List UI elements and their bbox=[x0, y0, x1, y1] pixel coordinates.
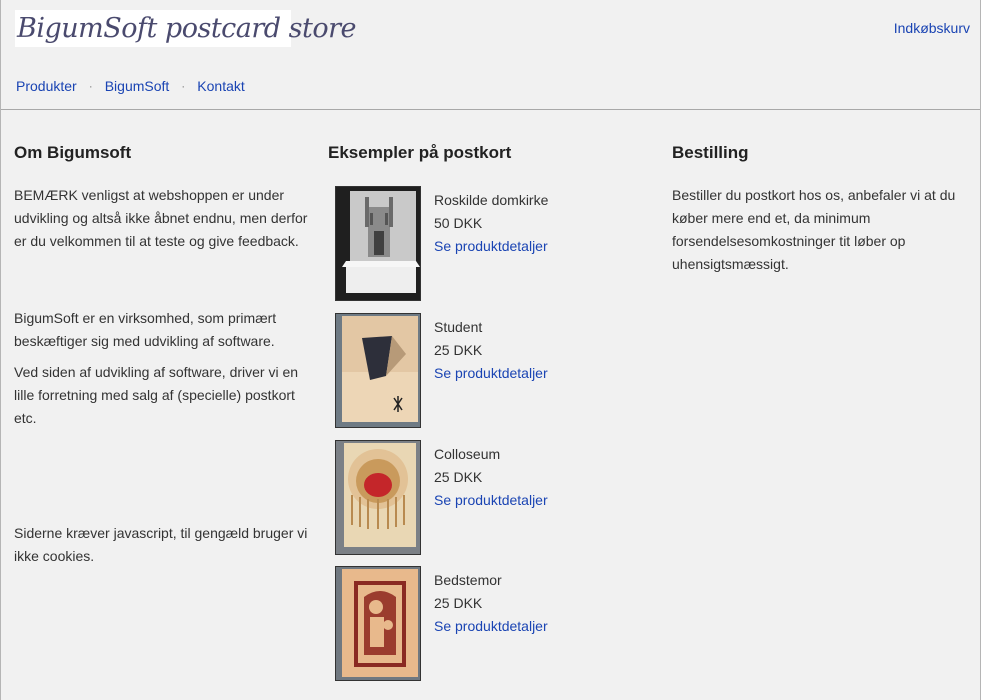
about-business: Ved siden af udvikling af software, driv… bbox=[14, 364, 299, 426]
product-item: Roskilde domkirke 50 DKK Se produktdetal… bbox=[335, 186, 635, 301]
product-image-colloseum[interactable] bbox=[335, 440, 421, 555]
product-item: Colloseum 25 DKK Se produktdetaljer bbox=[335, 440, 635, 555]
product-image-bedstemor[interactable] bbox=[335, 566, 421, 681]
product-name: Roskilde domkirke bbox=[434, 192, 549, 208]
about-javascript-note: Siderne kræver javascript, til gengæld b… bbox=[14, 525, 308, 564]
product-image-roskilde[interactable] bbox=[335, 186, 421, 301]
site-logo[interactable]: BigumSoft postcard store bbox=[15, 10, 357, 47]
about-title: Om Bigumsoft bbox=[14, 143, 132, 162]
about-notice: BEMÆRK venligst at webshoppen er under u… bbox=[14, 187, 308, 249]
about-company: BigumSoft er en virksomhed, som primært … bbox=[14, 310, 277, 349]
product-price: 50 DKK bbox=[434, 215, 483, 231]
product-item: Bedstemor 25 DKK Se produktdetaljer bbox=[335, 566, 635, 681]
nav-item-kontakt[interactable]: Kontakt bbox=[197, 78, 244, 94]
header-divider bbox=[1, 109, 980, 110]
ordering-title: Bestilling bbox=[672, 143, 749, 162]
product-price: 25 DKK bbox=[434, 595, 483, 611]
examples-section: Eksempler på postkort Roskilde domkirke … bbox=[328, 143, 648, 681]
product-details-link[interactable]: Se produktdetaljer bbox=[434, 618, 548, 634]
product-item: Student 25 DKK Se produktdetaljer bbox=[335, 313, 635, 428]
about-section: Om Bigumsoft BEMÆRK venligst at webshopp… bbox=[14, 143, 314, 568]
nav-separator: · bbox=[181, 79, 186, 93]
ordering-section: Bestilling Bestiller du postkort hos os,… bbox=[672, 143, 972, 276]
product-price: 25 DKK bbox=[434, 342, 483, 358]
product-price: 25 DKK bbox=[434, 469, 483, 485]
nav-item-bigumsoft[interactable]: BigumSoft bbox=[105, 78, 170, 94]
nav-separator: · bbox=[88, 79, 93, 93]
product-name: Colloseum bbox=[434, 446, 501, 462]
product-image-student[interactable] bbox=[335, 313, 421, 428]
ordering-text: Bestiller du postkort hos os, anbefaler … bbox=[672, 187, 956, 272]
product-details-link[interactable]: Se produktdetaljer bbox=[434, 492, 548, 508]
product-name: Student bbox=[434, 319, 483, 335]
main-nav: Produkter · BigumSoft · Kontakt bbox=[16, 78, 245, 94]
product-details-link[interactable]: Se produktdetaljer bbox=[434, 238, 548, 254]
nav-item-produkter[interactable]: Produkter bbox=[16, 78, 77, 94]
product-name: Bedstemor bbox=[434, 572, 502, 588]
cart-link[interactable]: Indkøbskurv bbox=[894, 20, 970, 36]
examples-title: Eksempler på postkort bbox=[328, 143, 512, 162]
product-details-link[interactable]: Se produktdetaljer bbox=[434, 365, 548, 381]
